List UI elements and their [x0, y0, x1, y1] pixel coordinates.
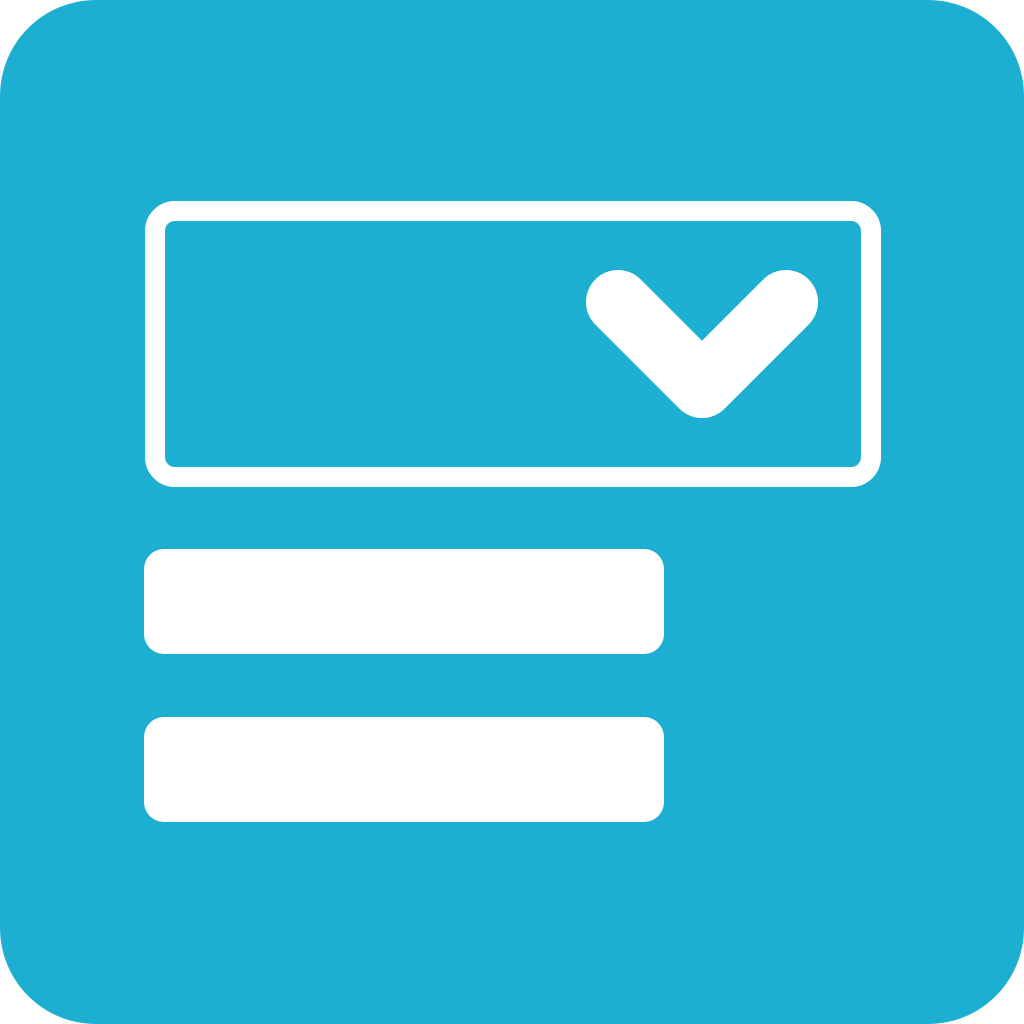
dropdown-select-icon: [0, 0, 1024, 1024]
chevron-down-icon: [586, 270, 818, 418]
dropdown-option-bar-1: [144, 549, 664, 654]
dropdown-option-bar-2: [144, 717, 664, 822]
